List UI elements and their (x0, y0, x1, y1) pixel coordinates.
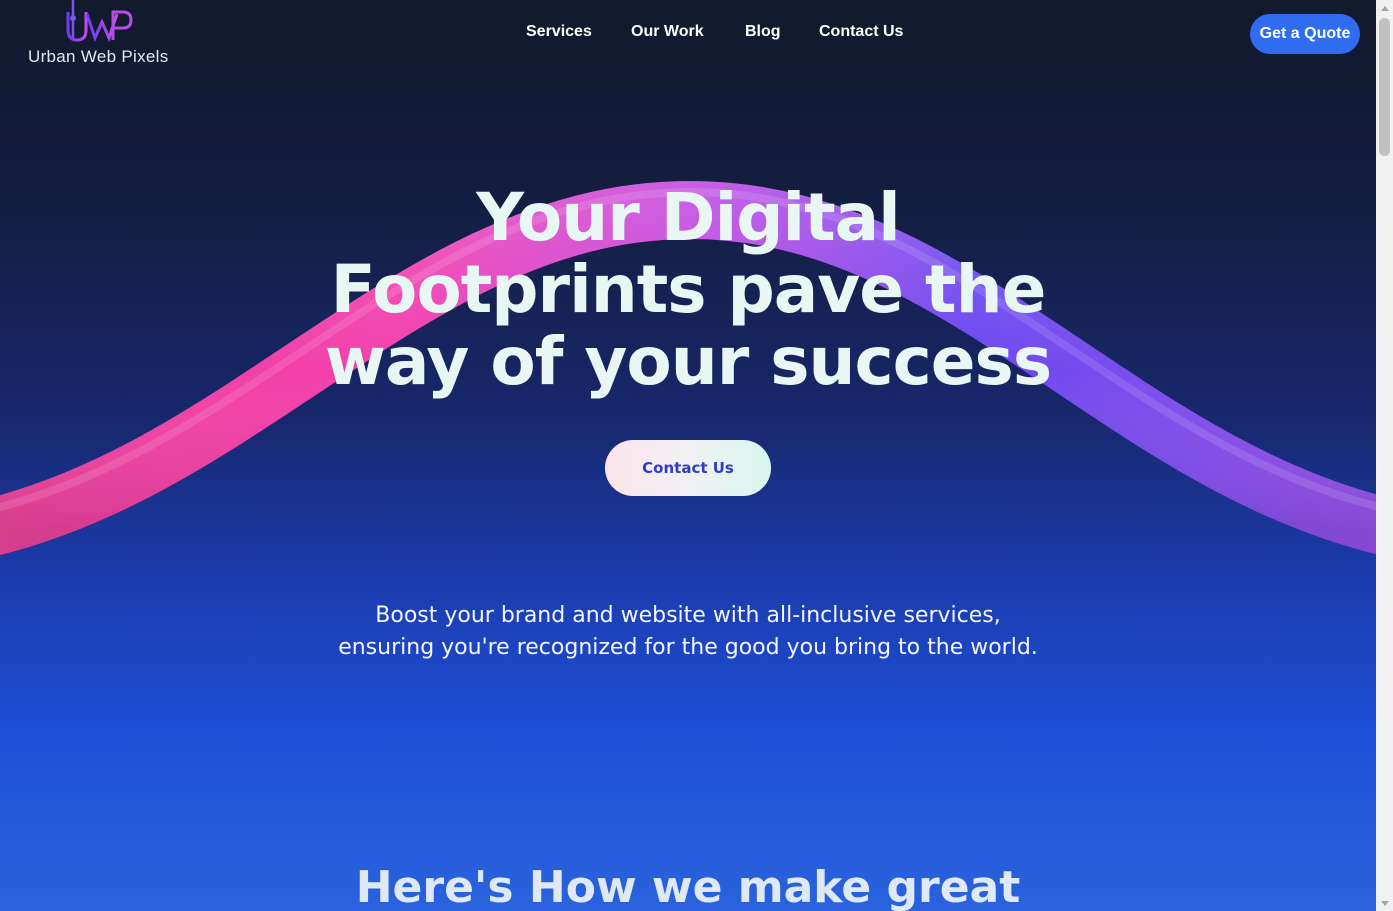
hero-title-line: Footprints pave the (330, 251, 1047, 328)
hero-subtitle-line: Boost your brand and website with all-in… (375, 603, 1001, 628)
scrollbar-thumb[interactable] (1379, 18, 1390, 156)
hero-title: Your Digital Footprints pave the way of … (288, 182, 1088, 398)
get-a-quote-button[interactable]: Get a Quote (1250, 14, 1360, 54)
process-section-heading: Here's How we make great (355, 862, 1021, 911)
hero-subtitle-line: ensuring you're recognized for the good … (338, 635, 1038, 660)
hero-title-line: way of your success (324, 323, 1052, 400)
nav-item-contact-us[interactable]: Contact Us (819, 23, 903, 41)
scroll-up-arrow-icon[interactable] (1376, 0, 1393, 16)
page-scrollbar[interactable] (1376, 0, 1393, 911)
hero-subtitle: Boost your brand and website with all-in… (238, 600, 1138, 664)
page: Urban Web Pixels Services Our Work Blog … (0, 0, 1393, 911)
hero-contact-us-button[interactable]: Contact Us (605, 440, 771, 496)
nav-item-blog[interactable]: Blog (745, 23, 781, 41)
nav-item-our-work[interactable]: Our Work (631, 23, 704, 41)
brand-name: Urban Web Pixels (28, 47, 169, 66)
main-nav: Services Our Work Blog Contact Us (0, 23, 1376, 47)
scroll-down-arrow-icon[interactable] (1376, 895, 1393, 911)
nav-item-services[interactable]: Services (526, 23, 592, 41)
hero-title-line: Your Digital (476, 179, 901, 256)
page-content: Urban Web Pixels Services Our Work Blog … (0, 0, 1376, 911)
